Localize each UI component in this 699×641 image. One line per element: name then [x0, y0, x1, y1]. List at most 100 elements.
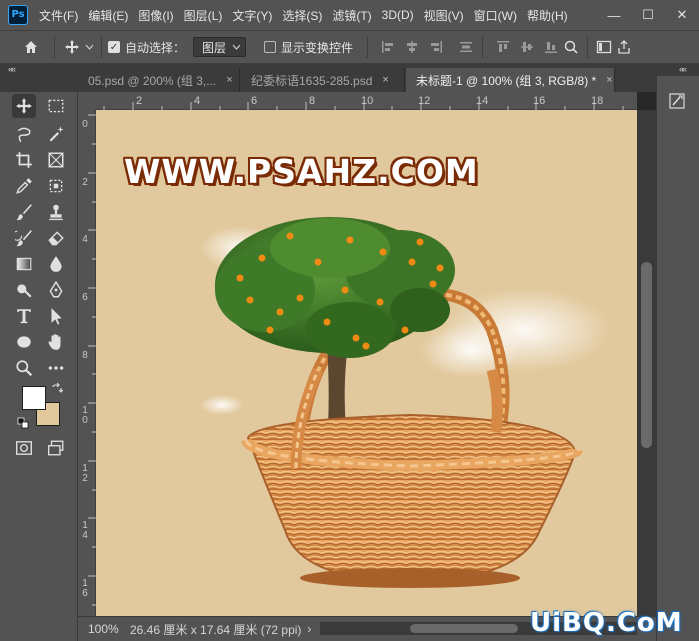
menu-help[interactable]: 帮助(H) — [522, 7, 573, 24]
crop-tool[interactable] — [12, 148, 36, 172]
menu-filter[interactable]: 滤镜(T) — [327, 7, 376, 24]
menu-3d[interactable]: 3D(D) — [377, 8, 419, 22]
chevron-down-icon[interactable] — [83, 35, 95, 59]
quick-mask-tool[interactable] — [12, 436, 36, 460]
distribute-vertical-icon[interactable] — [456, 37, 476, 57]
ruler-corner — [78, 92, 96, 110]
workspace-icon[interactable] — [594, 37, 614, 57]
foreground-color-swatch[interactable] — [22, 386, 46, 410]
restore-button[interactable]: ☐ — [631, 0, 665, 30]
zoom-tool[interactable] — [12, 356, 36, 380]
menu-layer[interactable]: 图层(L) — [179, 7, 228, 24]
show-transform-checkbox[interactable] — [264, 41, 277, 53]
magic-wand-icon — [49, 126, 64, 142]
divider — [587, 36, 589, 58]
magic-wand-tool[interactable] — [44, 122, 68, 146]
align-top-icon[interactable] — [493, 37, 513, 57]
pen-tool[interactable] — [44, 278, 68, 302]
collapse-toolbar-icon[interactable]: «« — [8, 64, 16, 76]
tab-untitled-1[interactable]: 未标题-1 @ 100% (组 3, RGB/8) * × — [406, 68, 615, 92]
arrow-pointer-icon — [51, 308, 62, 325]
menu-view[interactable]: 视图(V) — [419, 7, 469, 24]
eyedropper-tool[interactable] — [12, 174, 36, 198]
zoom-icon — [16, 360, 33, 377]
gradient-tool[interactable] — [12, 252, 36, 276]
move-tool-icon[interactable] — [61, 35, 83, 59]
move-tool[interactable] — [12, 94, 36, 118]
ruler-horizontal[interactable]: 2 4 6 8 10 12 14 16 18 — [96, 92, 637, 110]
share-icon[interactable] — [614, 37, 634, 57]
ruler-label: 6 — [251, 95, 258, 107]
ruler-label: 16 — [533, 95, 546, 107]
history-brush-icon — [15, 230, 32, 247]
brush-tool[interactable] — [12, 200, 36, 224]
menu-window[interactable]: 窗口(W) — [469, 7, 522, 24]
history-brush-tool[interactable] — [12, 226, 36, 250]
align-vcenter-icon[interactable] — [517, 37, 537, 57]
search-icon[interactable] — [561, 37, 581, 57]
tab-05psd[interactable]: 05.psd @ 200% (组 3,... × — [78, 68, 240, 92]
ruler-label: 16 — [82, 578, 88, 599]
align-hcenter-icon[interactable] — [402, 37, 422, 57]
home-icon[interactable] — [20, 35, 42, 59]
ellipse-tool[interactable] — [12, 330, 36, 354]
lasso-tool[interactable] — [12, 122, 36, 146]
type-icon — [17, 309, 31, 324]
menu-edit[interactable]: 编辑(E) — [83, 7, 133, 24]
dodge-tool[interactable] — [12, 278, 36, 302]
lasso-icon — [17, 127, 31, 143]
collapse-panels-icon[interactable]: «« — [679, 64, 687, 74]
gradient-icon — [16, 257, 32, 271]
horizontal-scrollbar-thumb[interactable] — [410, 624, 518, 633]
align-right-icon[interactable] — [426, 37, 446, 57]
tab-close-icon[interactable]: × — [226, 74, 232, 86]
object-select-tool[interactable] — [44, 174, 68, 198]
tab-close-icon[interactable]: × — [606, 74, 612, 86]
marquee-icon — [48, 99, 64, 113]
align-bottom-icon[interactable] — [541, 37, 561, 57]
align-vertical-group — [493, 37, 561, 57]
menu-bar: Ps 文件(F) 编辑(E) 图像(I) 图层(L) 文字(Y) 选择(S) 滤… — [0, 0, 699, 30]
menu-select[interactable]: 选择(S) — [277, 7, 327, 24]
ruler-label: 14 — [476, 95, 489, 107]
right-panel-dock — [656, 76, 699, 641]
stamp-tool[interactable] — [44, 200, 68, 224]
menu-file[interactable]: 文件(F) — [34, 7, 83, 24]
ruler-label: 8 — [309, 95, 316, 107]
screen-mode-tool[interactable] — [44, 436, 68, 460]
more-tools[interactable] — [44, 356, 68, 380]
close-button[interactable]: ✕ — [665, 0, 699, 30]
ruler-label: 10 — [361, 95, 374, 107]
tab-jiwei-slogan[interactable]: 纪委标语1635-285.psd × — [241, 68, 405, 92]
status-menu-arrow[interactable]: › — [307, 622, 311, 636]
menu-image[interactable]: 图像(I) — [133, 7, 178, 24]
ruler-label: 10 — [82, 405, 88, 426]
vertical-scrollbar-thumb[interactable] — [641, 262, 652, 448]
auto-select-target-dropdown[interactable]: 图层 — [193, 37, 247, 57]
properties-panel-icon[interactable] — [666, 90, 688, 112]
default-colors-icon[interactable] — [16, 416, 30, 430]
type-tool[interactable] — [12, 304, 36, 328]
path-select-tool[interactable] — [44, 304, 68, 328]
ruler-label: 4 — [82, 234, 88, 245]
stamp-icon — [49, 204, 63, 221]
blur-tool[interactable] — [44, 252, 68, 276]
ruler-vertical[interactable]: 0 2 4 6 8 10 12 14 16 — [78, 110, 96, 616]
zoom-level[interactable]: 100% — [88, 622, 128, 636]
swap-colors-icon[interactable] — [50, 382, 64, 396]
align-left-icon[interactable] — [378, 37, 398, 57]
minimize-button[interactable]: — — [597, 0, 631, 30]
ruler-label: 14 — [82, 520, 88, 541]
menu-type[interactable]: 文字(Y) — [227, 7, 277, 24]
show-transform-label: 显示变换控件 — [281, 40, 354, 55]
ruler-label: 0 — [82, 119, 88, 130]
window-controls: — ☐ ✕ — [597, 0, 699, 30]
hand-tool[interactable] — [44, 330, 68, 354]
frame-tool[interactable] — [44, 148, 68, 172]
marquee-tool[interactable] — [44, 94, 68, 118]
auto-select-checkbox[interactable]: ✓ — [108, 41, 120, 53]
crop-icon — [16, 152, 32, 168]
eraser-tool[interactable] — [44, 226, 68, 250]
tab-close-icon[interactable]: × — [382, 74, 388, 86]
pen-icon — [49, 281, 63, 298]
